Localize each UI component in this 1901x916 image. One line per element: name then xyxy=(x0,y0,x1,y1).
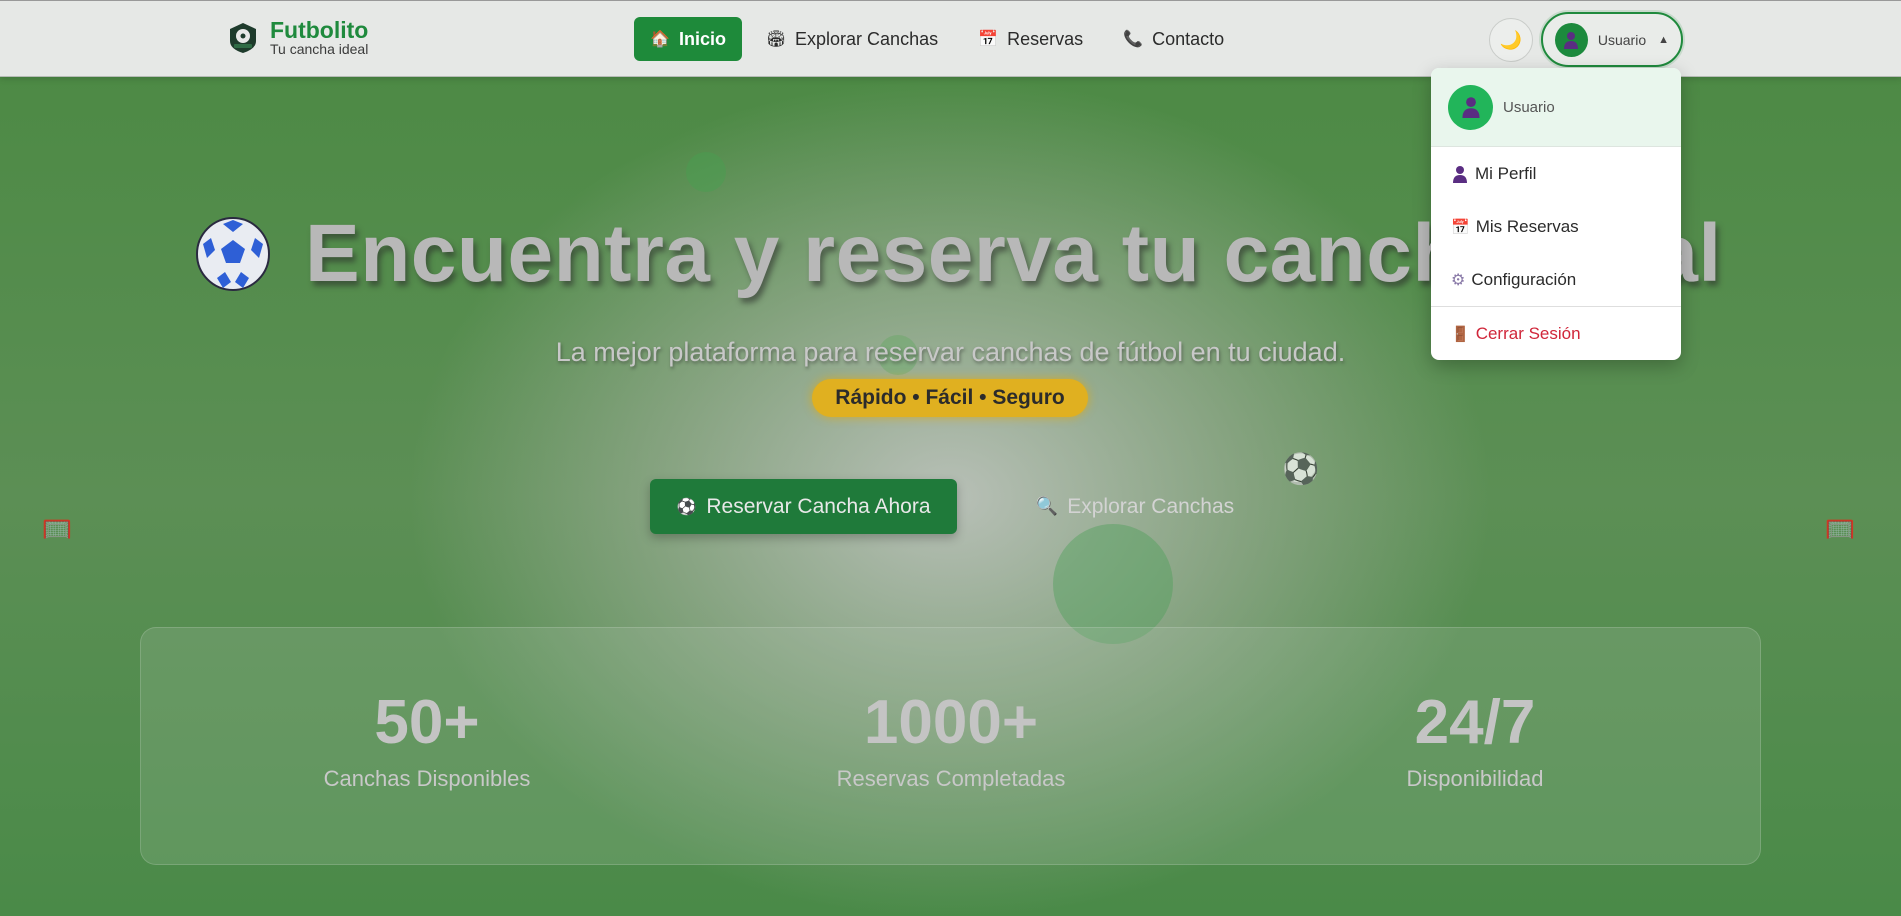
menu-item-cerrar-sesion[interactable]: 🚪 Cerrar Sesión xyxy=(1431,307,1681,360)
dropdown-header: Usuario xyxy=(1431,68,1681,147)
goal-decoration-icon: 🥅 xyxy=(1825,516,1855,543)
stadium-icon: 🏟 xyxy=(766,31,787,48)
stat-fields: 50+ Canchas Disponibles xyxy=(227,688,627,792)
home-icon: 🏠 xyxy=(650,31,670,48)
calendar-icon: 📅 xyxy=(978,31,999,48)
menu-item-configuracion[interactable]: ⚙ Configuración xyxy=(1431,253,1681,306)
avatar xyxy=(1448,84,1493,130)
nav-item-explorar-canchas[interactable]: 🏟 Explorar Canchas xyxy=(750,17,954,61)
calendar-icon: 📅 xyxy=(1451,218,1470,236)
avatar xyxy=(1555,22,1588,57)
user-dropdown-menu: Usuario Mi Perfil 📅 Mis Reservas ⚙ Confi… xyxy=(1431,68,1681,360)
theme-toggle-button[interactable]: 🌙 xyxy=(1489,18,1533,62)
nav-item-label: Contacto xyxy=(1152,28,1225,49)
phone-icon: 📞 xyxy=(1123,31,1144,48)
soccer-ball-icon xyxy=(196,217,270,291)
search-icon: 🔍 xyxy=(1035,496,1059,516)
moon-icon: 🌙 xyxy=(1499,29,1523,50)
stat-value: 24/7 xyxy=(1414,688,1536,757)
user-icon xyxy=(1564,31,1579,49)
brand-name: Futbolito xyxy=(270,17,369,43)
nav-item-label: Explorar Canchas xyxy=(795,28,939,49)
decorative-circle xyxy=(686,152,726,192)
nav-item-label: Reservas xyxy=(1007,28,1084,49)
stat-reservations: 1000+ Reservas Completadas xyxy=(751,688,1151,792)
user-menu-label: Usuario xyxy=(1597,31,1647,48)
futbolito-logo-icon xyxy=(230,23,256,53)
gear-icon: ⚙ xyxy=(1451,271,1466,289)
explore-fields-button[interactable]: 🔍 Explorar Canchas xyxy=(1015,479,1255,534)
goal-decoration-icon: 🥅 xyxy=(42,516,72,543)
stat-value: 1000+ xyxy=(863,688,1039,757)
nav-item-inicio[interactable]: 🏠 Inicio xyxy=(634,17,743,61)
brand[interactable]: Futbolito Tu cancha ideal xyxy=(226,19,368,57)
menu-item-label: Mis Reservas xyxy=(1475,216,1579,236)
ball-decoration-icon: ⚽ xyxy=(1282,453,1320,486)
stat-label: Disponibilidad xyxy=(1406,766,1544,791)
navbar: Futbolito Tu cancha ideal 🏠 Inicio 🏟 Exp… xyxy=(0,0,1901,77)
door-icon: 🚪 xyxy=(1451,325,1470,343)
brand-tagline: Tu cancha ideal xyxy=(270,41,369,57)
stat-availability: 24/7 Disponibilidad xyxy=(1275,688,1675,792)
soccer-ball-icon: ⚽ xyxy=(676,498,697,516)
brand-text: Futbolito Tu cancha ideal xyxy=(270,17,369,58)
menu-item-mis-reservas[interactable]: 📅 Mis Reservas xyxy=(1431,200,1681,253)
user-icon xyxy=(1461,97,1480,118)
stat-value: 50+ xyxy=(374,688,480,757)
decorative-circle xyxy=(1053,524,1173,644)
explore-fields-label: Explorar Canchas xyxy=(1067,494,1235,518)
reserve-now-label: Reservar Cancha Ahora xyxy=(706,494,931,518)
nav-item-contacto[interactable]: 📞 Contacto xyxy=(1107,17,1240,61)
menu-item-label: Cerrar Sesión xyxy=(1475,323,1581,343)
user-menu-button[interactable]: Usuario ▲ xyxy=(1541,12,1683,67)
reserve-now-button[interactable]: ⚽ Reservar Cancha Ahora xyxy=(650,479,957,534)
stats-panel: 50+ Canchas Disponibles 1000+ Reservas C… xyxy=(140,627,1761,865)
nav-item-reservas[interactable]: 📅 Reservas xyxy=(962,17,1099,61)
caret-up-icon: ▲ xyxy=(1658,33,1669,46)
menu-item-label: Mi Perfil xyxy=(1475,163,1537,183)
dropdown-user-name: Usuario xyxy=(1503,98,1555,116)
nav-item-label: Inicio xyxy=(679,28,727,49)
main-nav: 🏠 Inicio 🏟 Explorar Canchas 📅 Reservas 📞… xyxy=(634,17,1240,61)
menu-item-label: Configuración xyxy=(1471,269,1577,289)
stat-label: Reservas Completadas xyxy=(836,766,1066,791)
stat-label: Canchas Disponibles xyxy=(323,766,531,791)
hero-badge: Rápido • Fácil • Seguro xyxy=(812,379,1088,417)
menu-item-mi-perfil[interactable]: Mi Perfil xyxy=(1431,147,1681,200)
user-icon xyxy=(1453,165,1467,183)
